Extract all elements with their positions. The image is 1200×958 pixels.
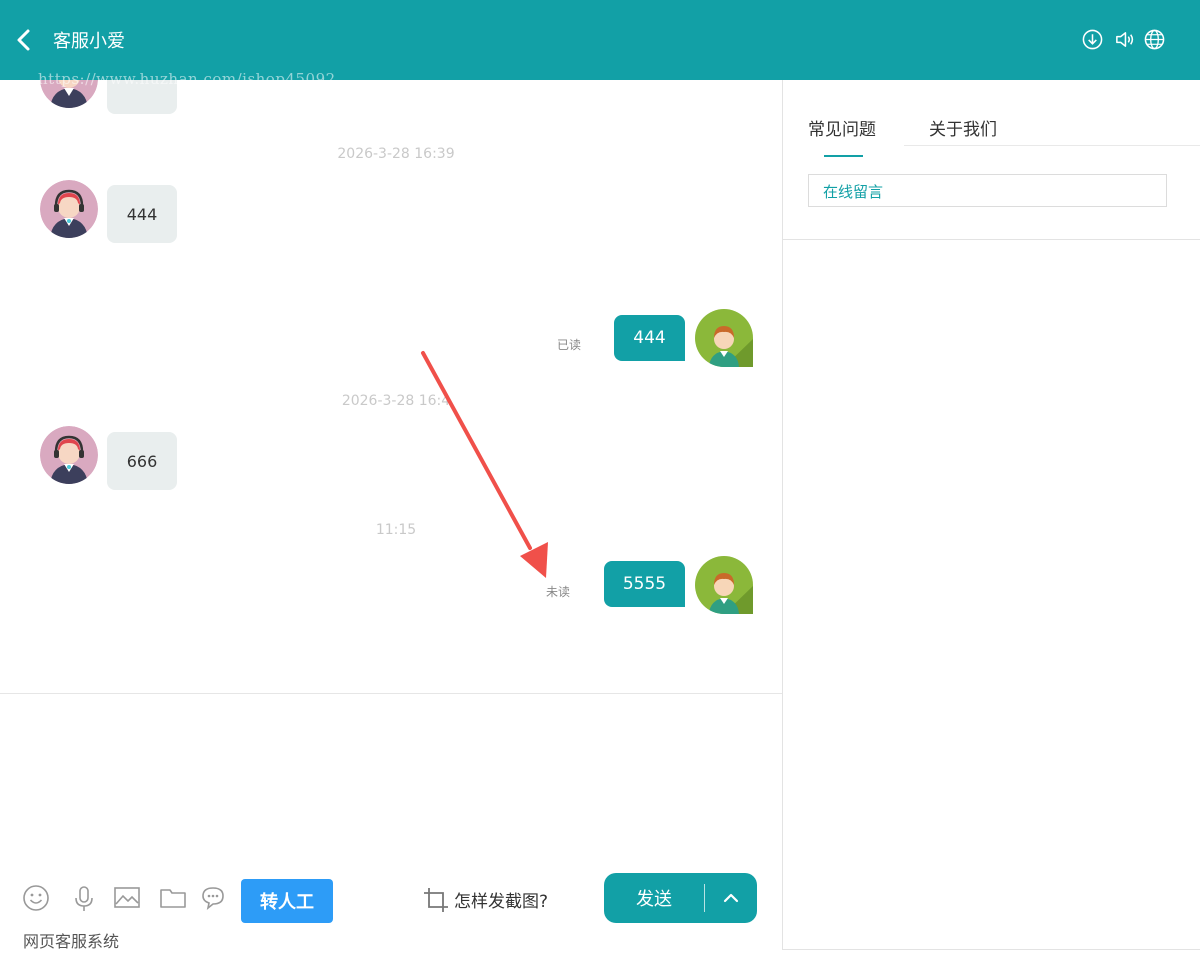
panel-divider bbox=[782, 80, 783, 950]
watermark-text: https://www.huzhan.com/ishop45092 bbox=[38, 70, 336, 88]
download-icon[interactable] bbox=[1082, 29, 1103, 50]
agent-avatar bbox=[40, 426, 98, 484]
emoji-icon[interactable] bbox=[22, 884, 50, 912]
unread-status: 未读 bbox=[546, 585, 571, 599]
agent-message-bubble: 666 bbox=[107, 432, 177, 490]
active-tab-indicator bbox=[824, 155, 863, 157]
transfer-to-human-button[interactable]: 转人工 bbox=[241, 879, 333, 923]
panel-bottom-border bbox=[783, 949, 1200, 950]
speaker-icon[interactable] bbox=[1114, 29, 1135, 50]
microphone-icon[interactable] bbox=[70, 884, 98, 912]
send-options-button[interactable] bbox=[705, 873, 757, 923]
message-input[interactable] bbox=[0, 694, 782, 864]
user-message-bubble: 444 bbox=[614, 315, 685, 361]
screenshot-help-label: 怎样发截图? bbox=[454, 892, 549, 912]
user-avatar bbox=[695, 309, 753, 367]
chat-title: 客服小爱 bbox=[53, 31, 125, 52]
user-avatar bbox=[695, 556, 753, 614]
globe-icon[interactable] bbox=[1144, 29, 1165, 50]
tab-about-us[interactable]: 关于我们 bbox=[929, 115, 997, 140]
tab-faq[interactable]: 常见问题 bbox=[808, 115, 876, 140]
send-button[interactable]: 发送 bbox=[604, 873, 704, 923]
user-message-bubble: 5555 bbox=[604, 561, 685, 607]
panel-separator bbox=[783, 239, 1200, 240]
tab-bar-line bbox=[904, 145, 1200, 146]
back-arrow-icon[interactable] bbox=[14, 28, 34, 52]
message-timestamp: 2026-3-28 16:4 bbox=[341, 393, 451, 409]
message-timestamp: 11:15 bbox=[375, 522, 417, 538]
chevron-up-icon bbox=[723, 893, 739, 903]
send-button-group: 发送 bbox=[604, 873, 757, 923]
agent-message-bubble: 444 bbox=[107, 185, 177, 243]
leave-message-button[interactable]: 在线留言 bbox=[808, 174, 1167, 207]
chat-message-list[interactable]: 2026-3-28 16:39 444 已读 444 2026-3-28 16:… bbox=[0, 80, 782, 694]
brand-label: 网页客服系统 bbox=[23, 932, 120, 951]
folder-icon[interactable] bbox=[159, 884, 187, 912]
agent-avatar bbox=[40, 180, 98, 238]
chat-icon[interactable] bbox=[199, 884, 227, 912]
image-icon[interactable] bbox=[113, 884, 141, 912]
crop-icon bbox=[424, 888, 448, 912]
message-timestamp: 2026-3-28 16:39 bbox=[337, 146, 455, 162]
chat-header: 客服小爱 bbox=[0, 0, 1200, 80]
read-status: 已读 bbox=[557, 338, 582, 352]
